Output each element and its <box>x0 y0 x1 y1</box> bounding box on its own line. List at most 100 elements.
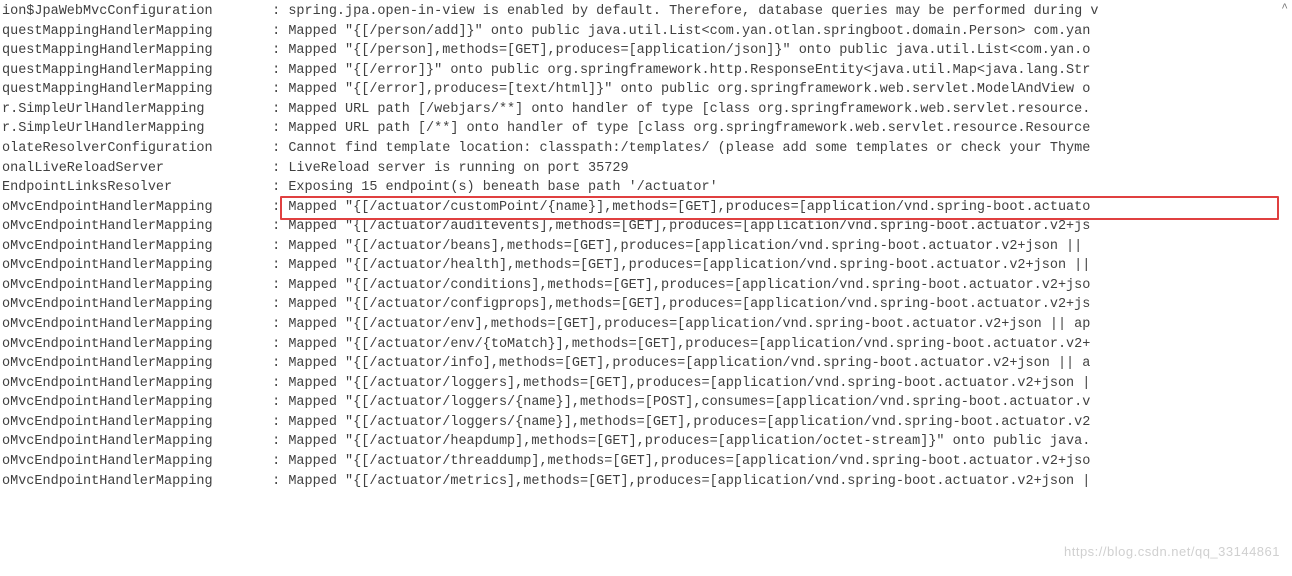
logger-name: questMappingHandlerMapping <box>0 80 264 100</box>
log-separator: : <box>264 178 288 198</box>
log-separator: : <box>264 393 288 413</box>
log-separator: : <box>264 413 288 433</box>
log-line[interactable]: oMvcEndpointHandlerMapping : Mapped "{[/… <box>0 315 1292 335</box>
log-separator: : <box>264 354 288 374</box>
logger-name: oMvcEndpointHandlerMapping <box>0 335 264 355</box>
logger-name: ion$JpaWebMvcConfiguration <box>0 2 264 22</box>
logger-name: EndpointLinksResolver <box>0 178 264 198</box>
logger-name: oMvcEndpointHandlerMapping <box>0 374 264 394</box>
log-message: Mapped "{[/actuator/conditions],methods=… <box>288 276 1090 296</box>
log-message: Mapped "{[/actuator/env],methods=[GET],p… <box>288 315 1090 335</box>
log-separator: : <box>264 2 288 22</box>
log-separator: : <box>264 237 288 257</box>
log-separator: : <box>264 452 288 472</box>
log-line[interactable]: questMappingHandlerMapping : Mapped "{[/… <box>0 61 1292 81</box>
log-separator: : <box>264 335 288 355</box>
logger-name: oMvcEndpointHandlerMapping <box>0 237 264 257</box>
logger-name: oMvcEndpointHandlerMapping <box>0 276 264 296</box>
log-message: Mapped "{[/actuator/customPoint/{name}],… <box>288 198 1090 218</box>
logger-name: r.SimpleUrlHandlerMapping <box>0 100 264 120</box>
log-message: Mapped "{[/person/add]}" onto public jav… <box>288 22 1090 42</box>
log-message: Mapped "{[/actuator/auditevents],methods… <box>288 217 1090 237</box>
log-message: Mapped URL path [/**] onto handler of ty… <box>288 119 1090 139</box>
log-message: Mapped "{[/actuator/configprops],methods… <box>288 295 1090 315</box>
log-separator: : <box>264 119 288 139</box>
log-message: Mapped "{[/actuator/loggers/{name}],meth… <box>288 393 1090 413</box>
log-separator: : <box>264 315 288 335</box>
log-message: LiveReload server is running on port 357… <box>288 159 628 179</box>
log-message: Mapped "{[/actuator/heapdump],methods=[G… <box>288 432 1090 452</box>
log-message: spring.jpa.open-in-view is enabled by de… <box>288 2 1098 22</box>
logger-name: oMvcEndpointHandlerMapping <box>0 472 264 492</box>
log-separator: : <box>264 432 288 452</box>
log-separator: : <box>264 198 288 218</box>
log-line[interactable]: questMappingHandlerMapping : Mapped "{[/… <box>0 41 1292 61</box>
log-line[interactable]: oMvcEndpointHandlerMapping : Mapped "{[/… <box>0 335 1292 355</box>
log-line[interactable]: oMvcEndpointHandlerMapping : Mapped "{[/… <box>0 374 1292 394</box>
logger-name: questMappingHandlerMapping <box>0 41 264 61</box>
logger-name: oMvcEndpointHandlerMapping <box>0 315 264 335</box>
log-line[interactable]: onalLiveReloadServer : LiveReload server… <box>0 159 1292 179</box>
log-message: Mapped "{[/error],produces=[text/html]}"… <box>288 80 1090 100</box>
log-line[interactable]: questMappingHandlerMapping : Mapped "{[/… <box>0 22 1292 42</box>
log-line[interactable]: r.SimpleUrlHandlerMapping : Mapped URL p… <box>0 119 1292 139</box>
log-message: Mapped "{[/actuator/metrics],methods=[GE… <box>288 472 1090 492</box>
logger-name: onalLiveReloadServer <box>0 159 264 179</box>
scroll-up-indicator: ^ <box>1281 2 1288 18</box>
log-separator: : <box>264 276 288 296</box>
watermark-text: https://blog.csdn.net/qq_33144861 <box>1064 543 1280 562</box>
log-separator: : <box>264 217 288 237</box>
logger-name: oMvcEndpointHandlerMapping <box>0 256 264 276</box>
log-line[interactable]: oMvcEndpointHandlerMapping : Mapped "{[/… <box>0 354 1292 374</box>
logger-name: oMvcEndpointHandlerMapping <box>0 198 264 218</box>
log-separator: : <box>264 139 288 159</box>
log-separator: : <box>264 100 288 120</box>
log-separator: : <box>264 256 288 276</box>
log-line[interactable]: oMvcEndpointHandlerMapping : Mapped "{[/… <box>0 413 1292 433</box>
log-separator: : <box>264 41 288 61</box>
log-message: Mapped "{[/actuator/threaddump],methods=… <box>288 452 1090 472</box>
logger-name: r.SimpleUrlHandlerMapping <box>0 119 264 139</box>
log-line[interactable]: questMappingHandlerMapping : Mapped "{[/… <box>0 80 1292 100</box>
log-line[interactable]: EndpointLinksResolver : Exposing 15 endp… <box>0 178 1292 198</box>
log-line[interactable]: oMvcEndpointHandlerMapping : Mapped "{[/… <box>0 393 1292 413</box>
log-line[interactable]: oMvcEndpointHandlerMapping : Mapped "{[/… <box>0 217 1292 237</box>
logger-name: questMappingHandlerMapping <box>0 61 264 81</box>
log-message: Cannot find template location: classpath… <box>288 139 1090 159</box>
log-message: Mapped "{[/actuator/loggers/{name}],meth… <box>288 413 1090 433</box>
log-line[interactable]: oMvcEndpointHandlerMapping : Mapped "{[/… <box>0 295 1292 315</box>
log-output-panel[interactable]: ^ ion$JpaWebMvcConfiguration : spring.jp… <box>0 2 1292 574</box>
log-separator: : <box>264 295 288 315</box>
log-line[interactable]: oMvcEndpointHandlerMapping : Mapped "{[/… <box>0 452 1292 472</box>
log-separator: : <box>264 159 288 179</box>
log-separator: : <box>264 80 288 100</box>
log-separator: : <box>264 22 288 42</box>
log-line[interactable]: olateResolverConfiguration : Cannot find… <box>0 139 1292 159</box>
log-message: Exposing 15 endpoint(s) beneath base pat… <box>288 178 717 198</box>
log-separator: : <box>264 374 288 394</box>
log-message: Mapped "{[/actuator/info],methods=[GET],… <box>288 354 1090 374</box>
logger-name: oMvcEndpointHandlerMapping <box>0 354 264 374</box>
log-message: Mapped "{[/actuator/beans],methods=[GET]… <box>288 237 1090 257</box>
logger-name: oMvcEndpointHandlerMapping <box>0 413 264 433</box>
log-line[interactable]: oMvcEndpointHandlerMapping : Mapped "{[/… <box>0 472 1292 492</box>
logger-name: oMvcEndpointHandlerMapping <box>0 432 264 452</box>
log-line[interactable]: oMvcEndpointHandlerMapping : Mapped "{[/… <box>0 237 1292 257</box>
log-message: Mapped "{[/actuator/env/{toMatch}],metho… <box>288 335 1090 355</box>
log-line[interactable]: oMvcEndpointHandlerMapping : Mapped "{[/… <box>0 276 1292 296</box>
log-line[interactable]: oMvcEndpointHandlerMapping : Mapped "{[/… <box>0 198 1292 218</box>
log-line[interactable]: oMvcEndpointHandlerMapping : Mapped "{[/… <box>0 432 1292 452</box>
log-line[interactable]: oMvcEndpointHandlerMapping : Mapped "{[/… <box>0 256 1292 276</box>
log-separator: : <box>264 472 288 492</box>
logger-name: olateResolverConfiguration <box>0 139 264 159</box>
logger-name: questMappingHandlerMapping <box>0 22 264 42</box>
log-message: Mapped "{[/actuator/loggers],methods=[GE… <box>288 374 1090 394</box>
log-separator: : <box>264 61 288 81</box>
logger-name: oMvcEndpointHandlerMapping <box>0 295 264 315</box>
logger-name: oMvcEndpointHandlerMapping <box>0 452 264 472</box>
log-message: Mapped "{[/person],methods=[GET],produce… <box>288 41 1090 61</box>
log-message: Mapped URL path [/webjars/**] onto handl… <box>288 100 1090 120</box>
log-line[interactable]: r.SimpleUrlHandlerMapping : Mapped URL p… <box>0 100 1292 120</box>
log-line[interactable]: ion$JpaWebMvcConfiguration : spring.jpa.… <box>0 2 1292 22</box>
logger-name: oMvcEndpointHandlerMapping <box>0 217 264 237</box>
